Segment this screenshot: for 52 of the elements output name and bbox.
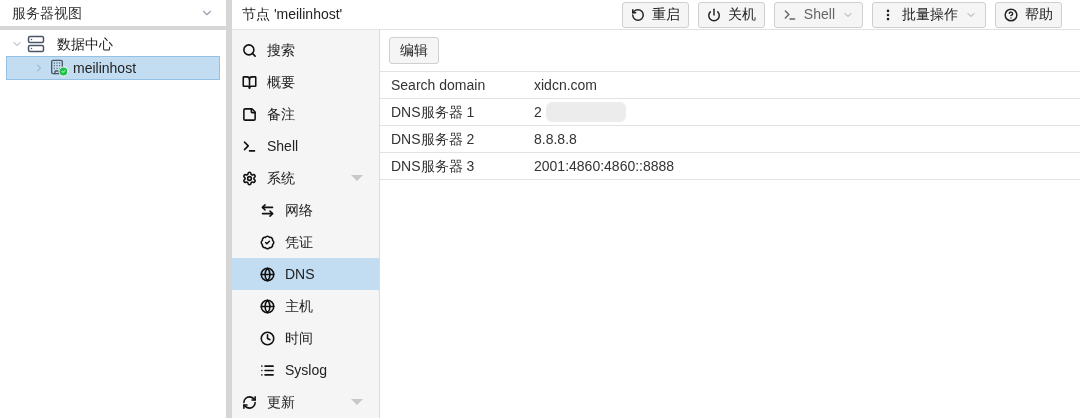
nav-item[interactable]: 概要: [232, 66, 379, 98]
row-value: 2: [534, 102, 542, 122]
globe-icon: [260, 298, 275, 314]
nav-item[interactable]: 备注: [232, 98, 379, 130]
toolbar-button[interactable]: 重启: [621, 1, 689, 28]
refresh-icon: [242, 394, 257, 410]
toolbar-button[interactable]: 帮助: [995, 1, 1062, 28]
list-icon: [260, 362, 275, 378]
book-icon: [242, 74, 257, 90]
nav-item[interactable]: Shell: [232, 130, 379, 162]
tree-item[interactable]: meilinhost: [6, 56, 220, 80]
edit-button[interactable]: 编辑: [389, 37, 439, 64]
row-label: Search domain: [390, 75, 487, 95]
row-value: xidcn.com: [534, 75, 598, 95]
nav-item[interactable]: 搜索: [232, 34, 379, 66]
badge-icon: [260, 234, 275, 250]
row-label: DNS服务器 3: [390, 156, 476, 176]
power-icon: [706, 7, 721, 22]
nav-item[interactable]: 凭证: [232, 226, 379, 258]
nav-item[interactable]: 主机: [232, 290, 379, 322]
tree-label: meilinhost: [73, 58, 137, 78]
row-value: 2001:4860:4860::8888: [534, 156, 675, 176]
expand-icon[interactable]: [351, 399, 363, 405]
node-icon: [49, 59, 69, 77]
tree-item[interactable]: 数据中心: [6, 32, 220, 56]
arrows-icon: [260, 202, 275, 218]
undo-icon: [630, 7, 645, 22]
toolbar-button[interactable]: 关机: [697, 1, 765, 28]
terminal-icon: [242, 138, 257, 154]
note-icon: [242, 106, 257, 122]
gears-icon: [242, 170, 257, 186]
nav-item[interactable]: DNS: [232, 258, 379, 290]
expand-icon[interactable]: [351, 175, 363, 181]
view-dropdown[interactable]: 服务器视图: [0, 0, 226, 26]
row-label: DNS服务器 2: [390, 129, 476, 149]
toolbar-button[interactable]: 批量操作: [872, 1, 986, 28]
row-value: 8.8.8.8: [534, 129, 577, 149]
nav-item[interactable]: Syslog: [232, 354, 379, 386]
nav-item[interactable]: 时间: [232, 322, 379, 354]
globe-icon: [260, 266, 275, 282]
server-icon: [27, 35, 45, 53]
clock-icon: [260, 330, 275, 346]
nav-item[interactable]: 网络: [232, 194, 379, 226]
terminal-icon: [782, 7, 797, 22]
row-label: DNS服务器 1: [390, 102, 476, 122]
nav-item[interactable]: 更新: [232, 386, 379, 418]
tree-label: 数据中心: [57, 34, 113, 54]
node-title: 节点 'meilinhost': [242, 5, 344, 24]
help-icon: [1004, 7, 1018, 22]
toolbar-button[interactable]: Shell: [773, 1, 863, 28]
nav-item[interactable]: 系统: [232, 162, 379, 194]
search-icon: [242, 42, 257, 58]
